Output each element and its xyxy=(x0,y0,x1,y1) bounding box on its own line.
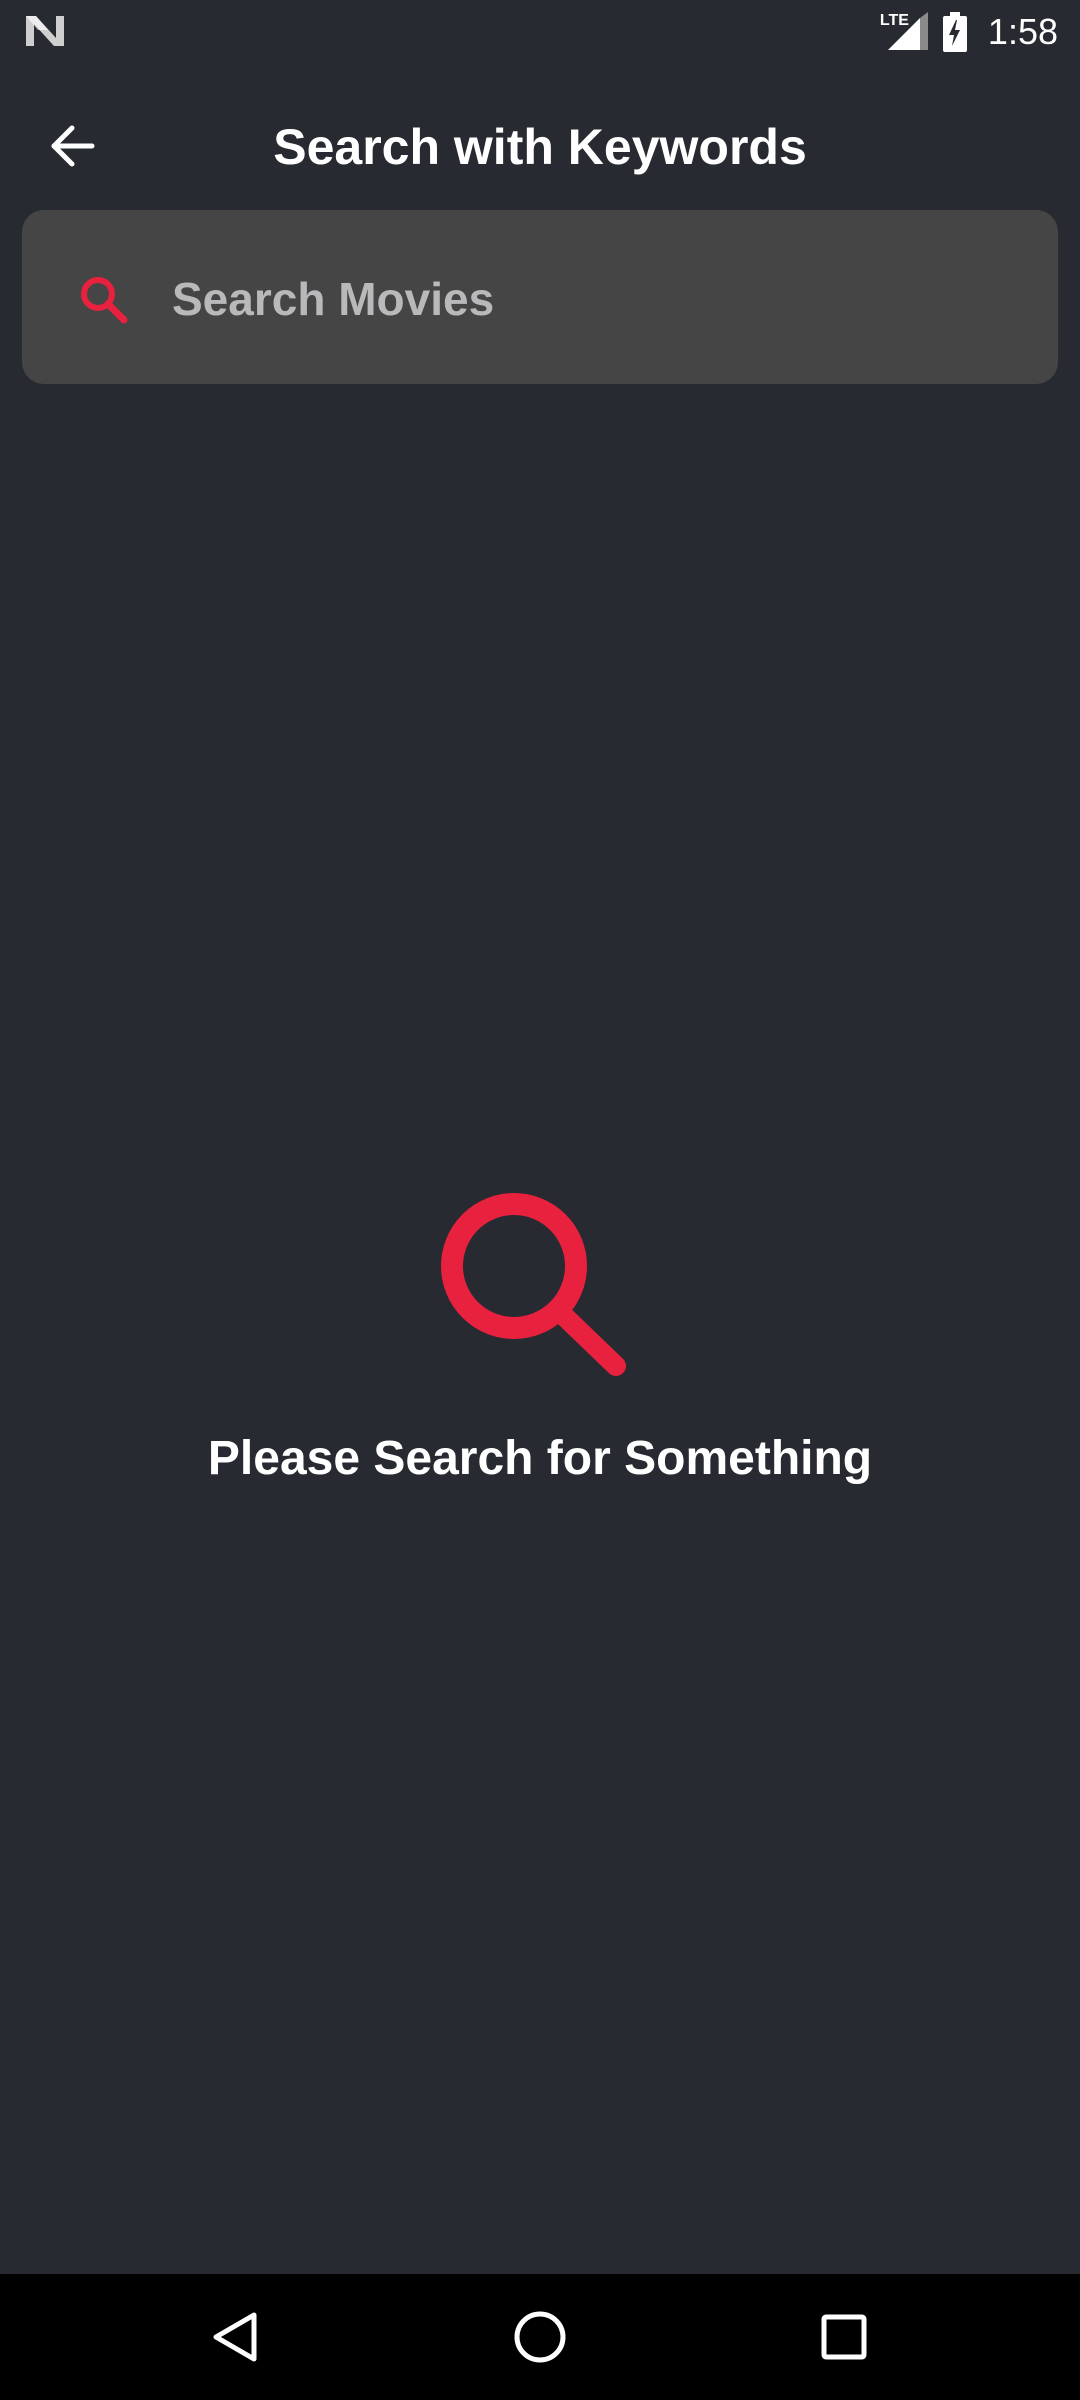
status-icons: LTE 1:58 xyxy=(880,10,1058,54)
search-icon xyxy=(441,1193,626,1376)
search-icon xyxy=(81,277,128,324)
empty-state-message: Please Search for Something xyxy=(207,1432,873,1485)
nav-home-circle-icon xyxy=(514,2311,566,2363)
status-bar: LTE 1:58 xyxy=(0,0,1080,62)
nav-recents-button[interactable] xyxy=(804,2297,884,2377)
cell-signal-icon: LTE xyxy=(880,10,930,54)
navigation-bar xyxy=(0,2274,1080,2400)
search-box[interactable] xyxy=(22,210,1058,384)
nav-recents-square-icon xyxy=(821,2314,867,2360)
page-title: Search with Keywords xyxy=(273,119,807,175)
clock: 1:58 xyxy=(987,11,1058,52)
app-bar: Search with Keywords xyxy=(0,62,1080,212)
notification-n-icon xyxy=(26,16,64,46)
nav-back-triangle-icon xyxy=(213,2312,257,2362)
search-input[interactable] xyxy=(170,250,1034,348)
battery-charging-icon xyxy=(942,12,967,52)
nav-back-button[interactable] xyxy=(196,2297,276,2377)
search-screen: LTE 1:58 Search with Keywords Search Mov… xyxy=(0,0,1080,2400)
nav-home-button[interactable] xyxy=(500,2297,580,2377)
